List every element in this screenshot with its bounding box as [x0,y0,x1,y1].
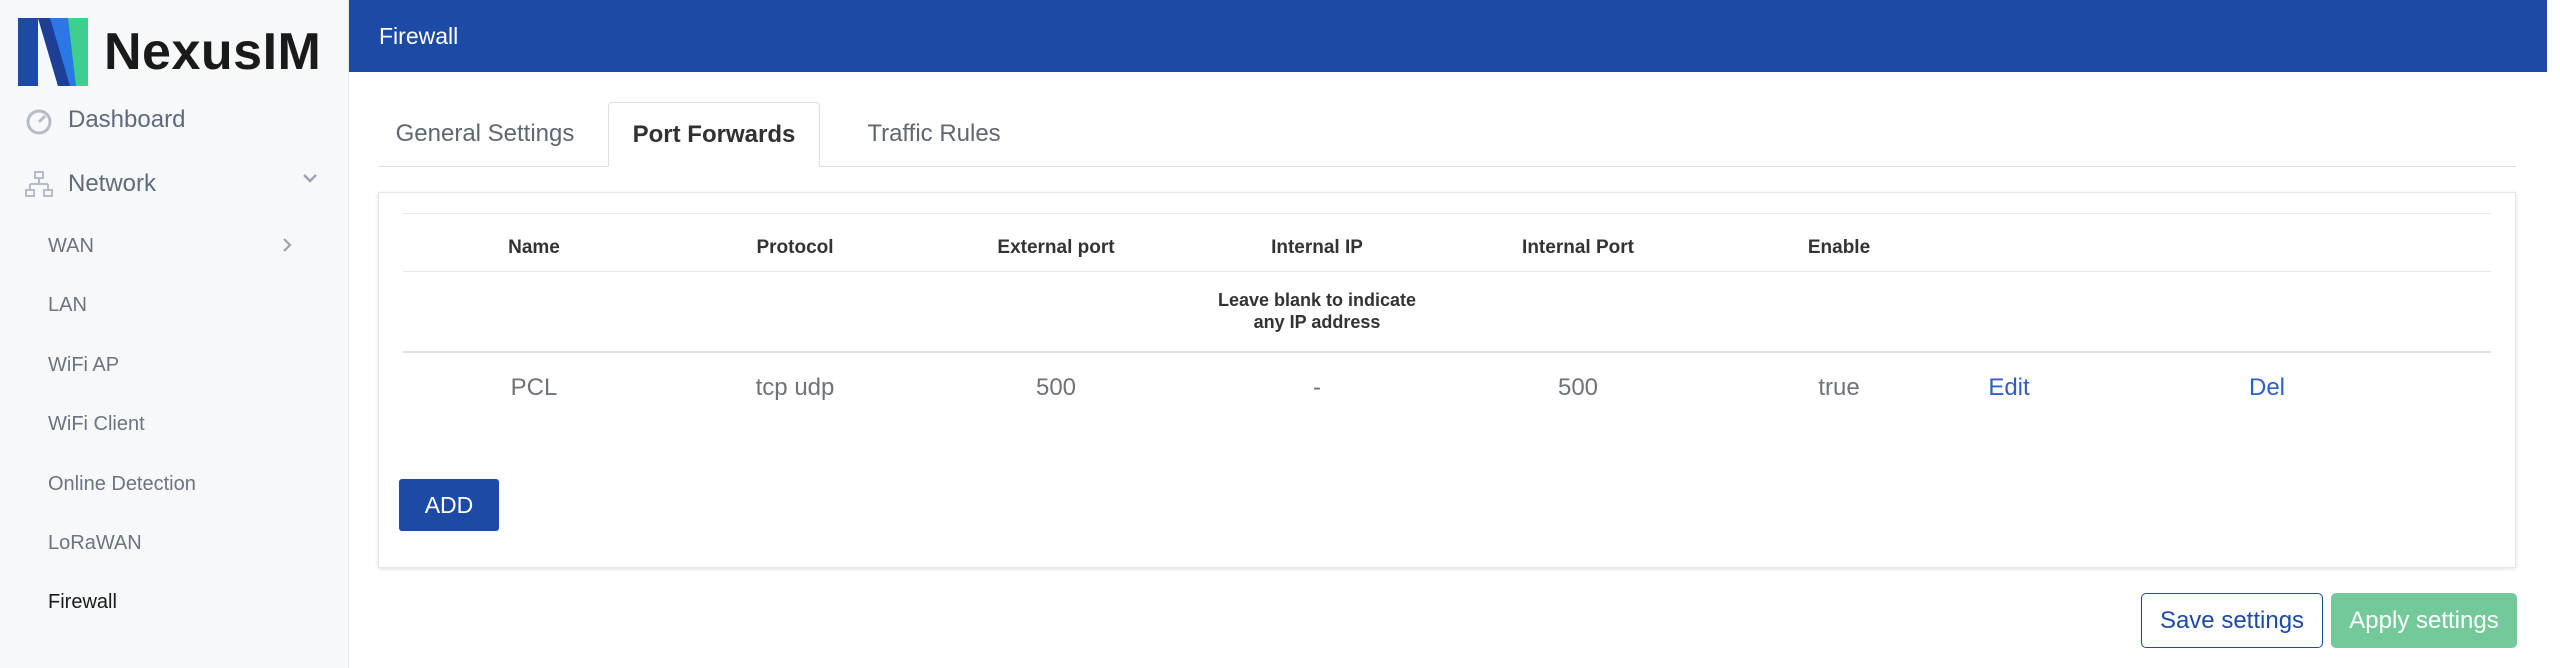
sidebar-item-lorawan[interactable]: LoRaWAN [48,525,142,561]
tab-traffic-rules[interactable]: Traffic Rules [834,102,1034,166]
hint-line: Leave blank to indicate [1217,290,1417,310]
cell-internal-port: 500 [1557,374,1599,401]
nexusim-logo-icon [18,18,88,86]
tab-general-settings[interactable]: General Settings [378,102,592,166]
sidebar-item-label: WiFi AP [48,353,120,376]
sidebar-item-wifi-client[interactable]: WiFi Client [48,406,145,442]
sidebar-item-label: WAN [48,234,94,257]
sidebar-item-label: Online Detection [48,472,196,495]
sidebar-item-firewall[interactable]: Firewall [48,584,117,620]
brand-name: NexusIM [104,23,322,81]
tab-bar: General Settings Port Forwards Traffic R… [378,102,2516,167]
add-button[interactable]: ADD [399,479,499,531]
sidebar-item-dashboard[interactable]: Dashboard [24,100,185,140]
hint-line: any IP address [1253,312,1381,332]
network-icon [25,171,53,197]
sidebar: NexusIM Dashboard Network WAN LAN WiFi A… [0,0,349,668]
sidebar-item-wan[interactable]: WAN [48,228,94,264]
cell-enable: true [1818,374,1860,401]
edit-link[interactable]: Edit [1988,370,2029,406]
sidebar-item-lan[interactable]: LAN [48,287,87,323]
brand-logo[interactable]: NexusIM [16,12,321,92]
hint-divider [403,351,2491,353]
dashboard-icon [26,109,52,135]
cell-internal-ip: - [1313,374,1321,401]
internal-ip-hint: Leave blank to indicate any IP address [1187,289,1447,333]
tab-label: Traffic Rules [867,120,1001,147]
tab-label: Port Forwards [632,120,796,148]
save-settings-button[interactable]: Save settings [2141,593,2323,648]
column-header-enable: Enable [1807,237,1871,258]
sidebar-item-label: Firewall [48,590,117,613]
sidebar-item-label: WiFi Client [48,412,145,435]
column-header-protocol: Protocol [756,237,834,258]
page-header: Firewall [349,0,2547,72]
cell-external-port: 500 [1035,374,1077,401]
tab-port-forwards[interactable]: Port Forwards [608,102,820,167]
sidebar-item-label: LoRaWAN [48,531,142,554]
sidebar-item-label: Dashboard [68,106,186,133]
port-forwards-panel: Name Protocol External port Internal IP … [378,192,2516,568]
sidebar-item-wifi-ap[interactable]: WiFi AP [48,347,119,383]
sidebar-item-online-detection[interactable]: Online Detection [48,466,196,502]
sidebar-item-label: LAN [48,293,87,316]
header-divider [403,271,2491,272]
column-header-internal-port: Internal Port [1522,237,1634,258]
delete-link[interactable]: Del [2249,370,2285,406]
column-header-name: Name [508,237,560,258]
cell-protocol: tcp udp [755,374,835,401]
chevron-right-icon[interactable] [278,236,296,254]
table-top-border [403,213,2491,214]
chevron-down-icon[interactable] [300,168,320,188]
sidebar-item-network[interactable]: Network [24,164,156,204]
apply-settings-button[interactable]: Apply settings [2331,593,2517,648]
tab-label: General Settings [395,120,575,147]
page-title: Firewall [379,22,459,49]
cell-name: PCL [510,374,558,401]
sidebar-item-label: Network [68,170,157,197]
column-header-internal-ip: Internal IP [1271,237,1363,258]
column-header-external-port: External port [997,237,1115,258]
